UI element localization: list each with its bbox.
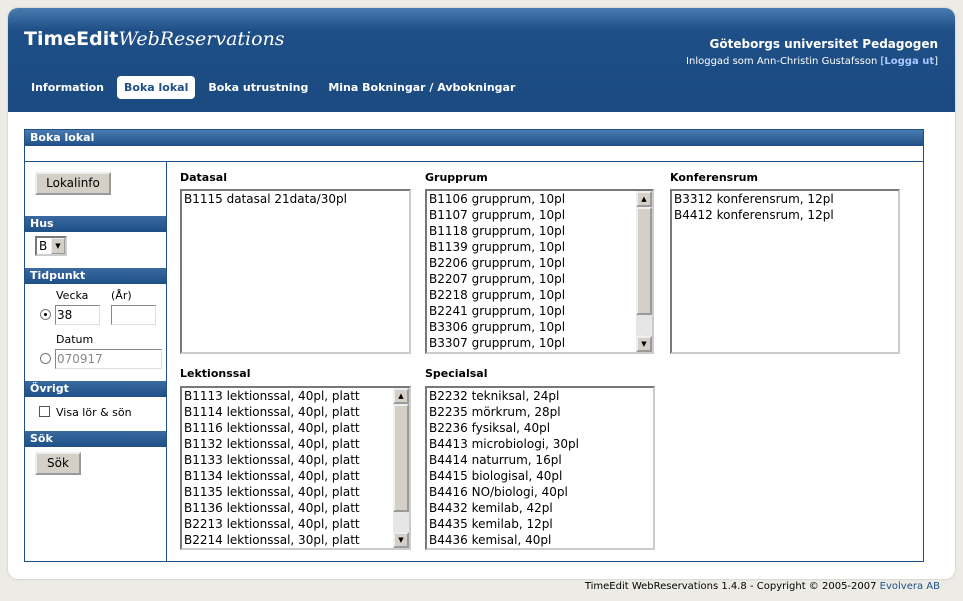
datum-input[interactable]: 070917 — [55, 349, 162, 369]
list-item[interactable]: B4415 biologisal, 40pl — [427, 468, 653, 484]
specialsal-list[interactable]: B2232 tekniksal, 24pl B2235 mörkrum, 28pl… — [425, 386, 655, 550]
list-item[interactable]: B2213 lektionssal, 40pl, platt — [182, 516, 393, 532]
hus-header: Hus — [25, 216, 166, 232]
konferensrum-title: Konferensrum — [670, 171, 758, 184]
lokalinfo-button[interactable]: Lokalinfo — [35, 172, 111, 195]
list-item[interactable]: B4414 naturrum, 16pl — [427, 452, 653, 468]
list-item[interactable]: B2218 grupprum, 10pl — [427, 287, 636, 303]
box-title: Boka lokal — [25, 130, 923, 146]
list-item[interactable]: B1113 lektionssal, 40pl, platt — [182, 388, 393, 404]
list-item[interactable]: B2235 mörkrum, 28pl — [427, 404, 653, 420]
list-item[interactable]: B4432 kemilab, 42pl — [427, 500, 653, 516]
logout-link[interactable]: Logga ut — [884, 56, 934, 67]
list-item[interactable]: B4416 NO/biologi, 40pl — [427, 484, 653, 500]
scrollbar[interactable]: ▲ ▼ — [393, 388, 409, 548]
vecka-radio[interactable] — [40, 309, 51, 320]
list-item[interactable]: B4413 microbiologi, 30pl — [427, 436, 653, 452]
tab-boka-utrustning[interactable]: Boka utrustning — [201, 76, 315, 99]
scroll-up-icon[interactable]: ▲ — [393, 388, 409, 404]
list-item[interactable]: B3307 grupprum, 10pl — [427, 335, 636, 351]
list-item[interactable]: B2236 fysiksal, 40pl — [427, 420, 653, 436]
main-nav: Information Boka lokal Boka utrustning M… — [24, 76, 522, 99]
sok-button[interactable]: Sök — [35, 452, 81, 475]
vecka-label: Vecka — [56, 289, 89, 302]
list-item[interactable]: B4435 kemilab, 12pl — [427, 516, 653, 532]
tab-boka-lokal[interactable]: Boka lokal — [117, 76, 196, 99]
scroll-up-icon[interactable]: ▲ — [636, 191, 652, 207]
login-suffix: ] — [934, 56, 938, 67]
scroll-thumb[interactable] — [393, 404, 409, 512]
list-item[interactable]: B2207 grupprum, 10pl — [427, 271, 636, 287]
tidpunkt-header: Tidpunkt — [25, 268, 166, 284]
list-item[interactable]: B1114 lektionssal, 40pl, platt — [182, 404, 393, 420]
hus-select[interactable]: B ▼ — [35, 236, 67, 256]
logo-main: TimeEdit — [24, 28, 119, 50]
tab-information[interactable]: Information — [24, 76, 111, 99]
list-item[interactable]: B1106 grupprum, 10pl — [427, 191, 636, 207]
sidebar: Lokalinfo Hus B ▼ Tidpunkt Vecka (År) 38… — [25, 162, 167, 561]
datasal-list[interactable]: B1115 datasal 21data/30pl — [180, 189, 411, 354]
visa-lor-son-label: Visa lör & sön — [56, 406, 132, 419]
header: TimeEditWebReservations Göteborgs univer… — [8, 8, 955, 112]
logo-sub: WebReservations — [118, 28, 285, 50]
list-item[interactable]: B1134 lektionssal, 40pl, platt — [182, 468, 393, 484]
organization-name: Göteborgs universitet Pedagogen — [709, 37, 938, 51]
login-status: Inloggad som Ann-Christin Gustafsson [Lo… — [686, 56, 938, 67]
tab-mina-bokningar[interactable]: Mina Bokningar / Avbokningar — [321, 76, 522, 99]
lektionssal-title: Lektionssal — [180, 367, 251, 380]
scrollbar[interactable]: ▲ ▼ — [636, 191, 652, 352]
list-item[interactable]: B2232 tekniksal, 24pl — [427, 388, 653, 404]
konferensrum-list[interactable]: B3312 konferensrum, 12pl B4412 konferensr… — [670, 189, 900, 354]
list-item[interactable]: B1115 datasal 21data/30pl — [182, 191, 409, 207]
footer: TimeEdit WebReservations 1.4.8 - Copyrig… — [585, 581, 940, 592]
scroll-down-icon[interactable]: ▼ — [393, 532, 409, 548]
login-text: Inloggad som Ann-Christin Gustafsson [ — [686, 56, 885, 67]
main-panel: TimeEditWebReservations Göteborgs univer… — [8, 8, 955, 579]
grupprum-title: Grupprum — [425, 171, 488, 184]
list-item[interactable]: B1118 grupprum, 10pl — [427, 223, 636, 239]
list-item[interactable]: B1132 lektionssal, 40pl, platt — [182, 436, 393, 452]
list-item[interactable]: B1139 grupprum, 10pl — [427, 239, 636, 255]
sok-header: Sök — [25, 431, 166, 447]
list-item[interactable]: B1107 grupprum, 10pl — [427, 207, 636, 223]
list-item[interactable]: B1116 lektionssal, 40pl, platt — [182, 420, 393, 436]
datum-label: Datum — [56, 333, 94, 346]
list-item[interactable]: B1133 lektionssal, 40pl, platt — [182, 452, 393, 468]
logo: TimeEditWebReservations — [24, 28, 285, 50]
ar-input[interactable] — [111, 305, 156, 325]
datasal-title: Datasal — [180, 171, 227, 184]
list-item[interactable]: B3306 grupprum, 10pl — [427, 319, 636, 335]
hus-value: B — [39, 239, 48, 253]
list-item[interactable]: B2241 grupprum, 10pl — [427, 303, 636, 319]
specialsal-title: Specialsal — [425, 367, 488, 380]
list-item[interactable]: B2206 grupprum, 10pl — [427, 255, 636, 271]
boka-lokal-box: Boka lokal Lokalinfo Hus B ▼ Tidpunkt Ve… — [24, 129, 924, 562]
ar-label: (År) — [111, 289, 132, 302]
scroll-thumb[interactable] — [636, 207, 652, 315]
grupprum-list[interactable]: B1106 grupprum, 10pl B1107 grupprum, 10pl… — [425, 189, 654, 354]
chevron-down-icon[interactable]: ▼ — [51, 238, 65, 254]
list-item[interactable]: B4436 kemisal, 40pl — [427, 532, 653, 548]
ovrigt-header: Övrigt — [25, 381, 166, 397]
scroll-down-icon[interactable]: ▼ — [636, 336, 652, 352]
evolvera-link[interactable]: Evolvera AB — [880, 581, 940, 592]
list-item[interactable]: B2214 lektionssal, 30pl, platt — [182, 532, 393, 548]
datum-radio[interactable] — [40, 353, 51, 364]
copyright-text: TimeEdit WebReservations 1.4.8 - Copyrig… — [584, 581, 877, 592]
list-item[interactable]: B1135 lektionssal, 40pl, platt — [182, 484, 393, 500]
list-item[interactable]: B1136 lektionssal, 40pl, platt — [182, 500, 393, 516]
list-item[interactable]: B3312 konferensrum, 12pl — [672, 191, 898, 207]
visa-lor-son-checkbox[interactable] — [39, 406, 50, 417]
vecka-input[interactable]: 38 — [55, 305, 100, 325]
list-item[interactable]: B4412 konferensrum, 12pl — [672, 207, 898, 223]
lektionssal-list[interactable]: B1113 lektionssal, 40pl, platt B1114 lekt… — [180, 386, 411, 550]
